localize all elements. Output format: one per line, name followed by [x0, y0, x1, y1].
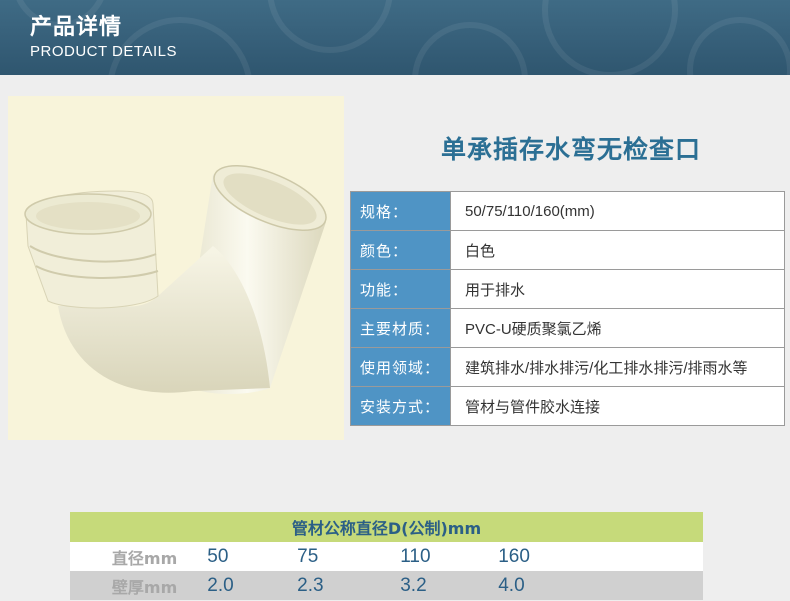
spec-row: 主要材质： PVC-U硬质聚氯乙烯 [350, 308, 785, 348]
dimension-header-row: 管材公称直径D(公制)mm [70, 512, 703, 542]
table-row: 直径mm 50 75 110 160 [70, 542, 703, 571]
p-trap-pipe-illustration [24, 165, 327, 394]
row-label: 壁厚mm [70, 571, 182, 600]
table-cell: 2.0 [181, 571, 272, 600]
spec-label: 主要材质： [350, 308, 451, 348]
dimension-header: 管材公称直径D(公制)mm [70, 512, 703, 542]
spec-row: 功能： 用于排水 [350, 269, 785, 309]
table-cell: 75 [271, 542, 375, 571]
header-banner: 产品详情 PRODUCT DETAILS [0, 0, 790, 75]
spec-value: 建筑排水/排水排污/化工排水排污/排雨水等 [450, 347, 785, 387]
row-label: 直径mm [70, 542, 182, 571]
dimension-table: 管材公称直径D(公制)mm 直径mm 50 75 110 160 壁厚mm 2.… [70, 512, 703, 600]
product-image [8, 96, 344, 440]
spec-value: 用于排水 [450, 269, 785, 309]
table-cell: 110 [374, 542, 473, 571]
spec-table: 规格： 50/75/110/160(mm) 颜色： 白色 功能： 用于排水 主要… [350, 191, 785, 426]
table-cell: 4.0 [472, 571, 703, 600]
spec-label: 颜色： [350, 230, 451, 270]
section-subtitle: PRODUCT DETAILS [30, 43, 177, 60]
table-cell: 2.3 [271, 571, 375, 600]
table-row: 壁厚mm 2.0 2.3 3.2 4.0 [70, 571, 703, 600]
table-cell: 50 [181, 542, 272, 571]
product-title: 单承插存水弯无检查口 [440, 135, 701, 164]
spec-value: PVC-U硬质聚氯乙烯 [450, 308, 785, 348]
spec-value: 管材与管件胶水连接 [450, 386, 785, 426]
spec-label: 使用领域： [350, 347, 451, 387]
table-cell: 3.2 [374, 571, 473, 600]
table-cell: 160 [472, 542, 703, 571]
spec-value: 白色 [450, 230, 785, 270]
spec-value: 50/75/110/160(mm) [450, 191, 785, 231]
spec-row: 安装方式： 管材与管件胶水连接 [350, 386, 785, 426]
spec-row: 使用领域： 建筑排水/排水排污/化工排水排污/排雨水等 [350, 347, 785, 387]
section-title: 产品详情 [30, 15, 123, 40]
spec-row: 颜色： 白色 [350, 230, 785, 270]
spec-row: 规格： 50/75/110/160(mm) [350, 191, 785, 231]
spec-label: 安装方式： [350, 386, 451, 426]
spec-label: 功能： [350, 269, 451, 309]
spec-label: 规格： [350, 191, 451, 231]
